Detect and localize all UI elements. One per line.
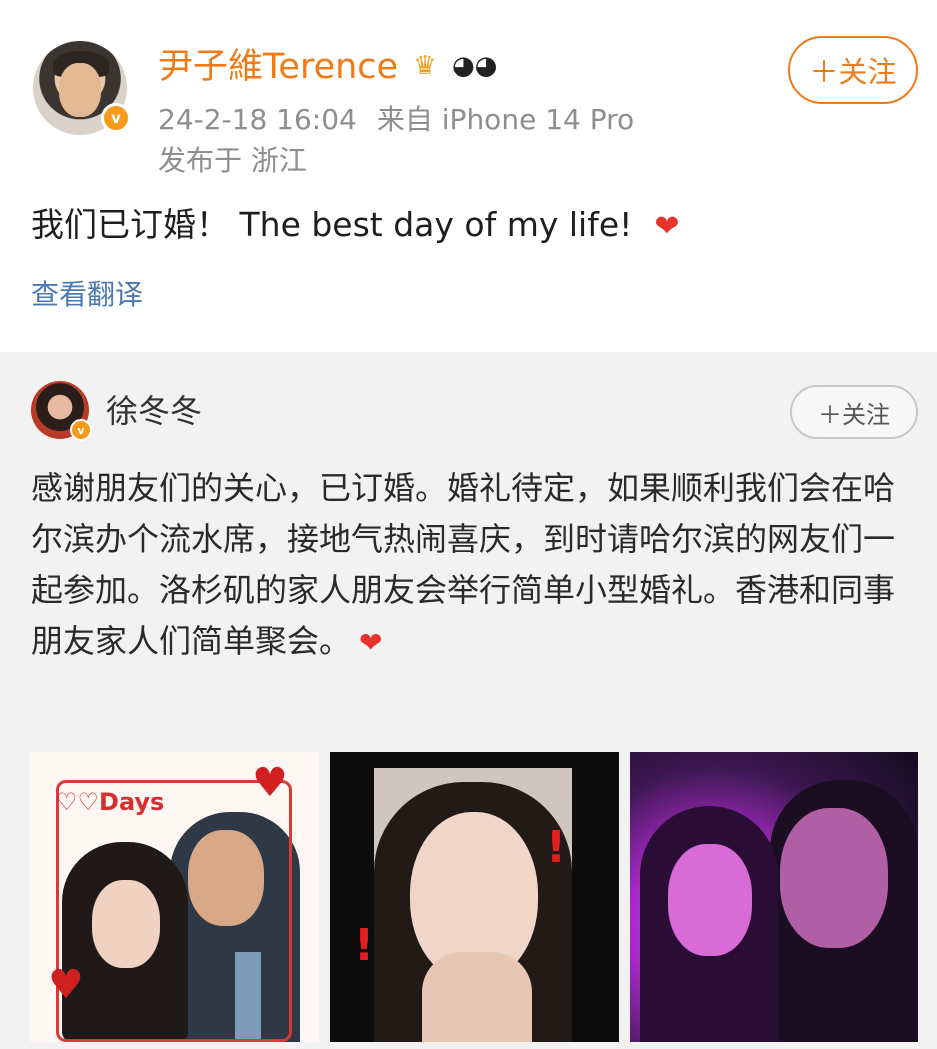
panda-icon[interactable]: ◕◕: [452, 49, 497, 83]
heart-sticker-icon: ♥: [48, 962, 84, 1008]
post-text: 我们已订婚！ The best day of my life! ❤: [31, 203, 680, 249]
heart-icon: ❤: [654, 209, 680, 244]
repost-author-name[interactable]: 徐冬冬: [106, 390, 202, 432]
crown-icon[interactable]: ♛: [407, 50, 443, 82]
post-location: 发布于 浙江: [158, 144, 307, 177]
verified-badge-icon: v: [70, 419, 92, 441]
days-sticker-graphic: ♡♡Days: [56, 788, 165, 816]
repost-author-avatar[interactable]: v: [31, 381, 92, 441]
author-name[interactable]: 尹子維Terence: [158, 44, 398, 90]
photo-thumbnail-3[interactable]: [630, 752, 918, 1042]
exclamation-sticker-icon: !: [546, 822, 567, 873]
repost-text: 感谢朋友们的关心，已订婚。婚礼待定，如果顺利我们会在哈尔滨办个流水席，接地气热闹…: [31, 463, 911, 668]
repost-text-body: 感谢朋友们的关心，已订婚。婚礼待定，如果顺利我们会在哈尔滨办个流水席，接地气热闹…: [31, 469, 896, 660]
heart-sticker-icon: ♥: [252, 760, 288, 806]
view-translation-link[interactable]: 查看翻译: [31, 276, 143, 314]
photo-thumbnail-1[interactable]: ♡♡Days ♥ ♥: [30, 752, 319, 1042]
exclamation-sticker-icon: !: [354, 920, 375, 971]
post-timestamp: 24-2-18 16:04: [158, 103, 357, 136]
follow-button[interactable]: ＋关注: [788, 36, 918, 104]
author-avatar[interactable]: v: [33, 41, 131, 135]
post-meta: 24-2-18 16:04 来自 iPhone 14 Pro: [158, 102, 634, 138]
heart-icon: ❤: [359, 626, 383, 659]
post-text-body: 我们已订婚！ The best day of my life!: [31, 205, 633, 244]
post-source: 来自 iPhone 14 Pro: [376, 103, 635, 136]
weibo-post: v 尹子維Terence ♛ ◕◕ 24-2-18 16:04 来自 iPhone…: [0, 0, 937, 352]
repost-follow-button[interactable]: ＋关注: [790, 385, 918, 439]
reposted-content[interactable]: v 徐冬冬 ＋关注 感谢朋友们的关心，已订婚。婚礼待定，如果顺利我们会在哈尔滨办…: [0, 352, 937, 1049]
verified-badge-icon: v: [101, 103, 131, 133]
photo-thumbnail-2[interactable]: ! !: [330, 752, 619, 1042]
